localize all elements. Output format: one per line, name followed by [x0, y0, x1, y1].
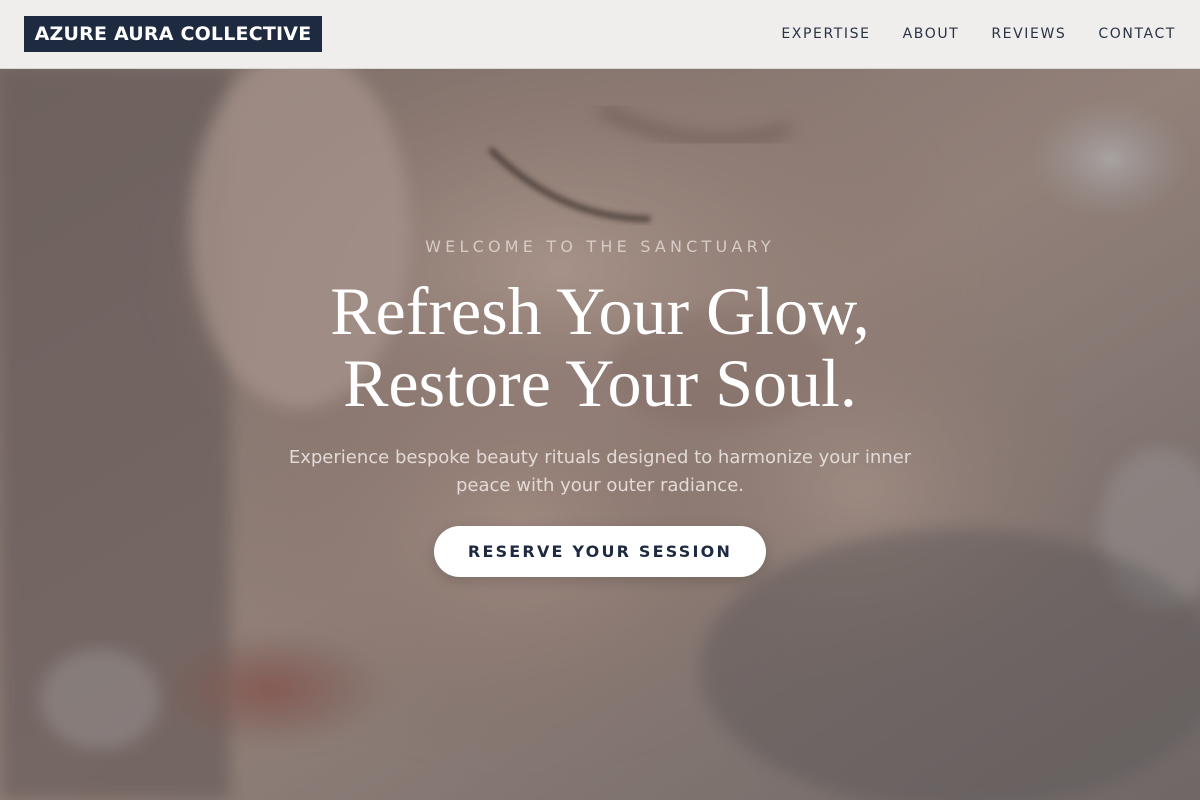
site-header: AZURE AURA COLLECTIVE EXPERTISE ABOUT RE… [0, 0, 1200, 69]
nav-link-contact[interactable]: CONTACT [1098, 26, 1176, 42]
hero-headline-line1: Refresh Your Glow, [330, 273, 870, 349]
hero-section: WELCOME TO THE SANCTUARY Refresh Your Gl… [0, 69, 1200, 800]
nav-link-about[interactable]: ABOUT [903, 26, 960, 42]
hero-headline-line2: Restore Your Soul. [343, 345, 857, 421]
nav-link-expertise[interactable]: EXPERTISE [781, 26, 870, 42]
hero-content: WELCOME TO THE SANCTUARY Refresh Your Gl… [0, 69, 1200, 800]
main-nav: EXPERTISE ABOUT REVIEWS CONTACT [781, 0, 1176, 68]
hero-subline: Experience bespoke beauty rituals design… [288, 447, 912, 496]
reserve-session-button[interactable]: RESERVE YOUR SESSION [434, 526, 766, 577]
nav-link-reviews[interactable]: REVIEWS [991, 26, 1066, 42]
hero-headline: Refresh Your Glow, Restore Your Soul. [0, 275, 1200, 419]
hero-eyebrow: WELCOME TO THE SANCTUARY [425, 237, 775, 256]
brand-logo[interactable]: AZURE AURA COLLECTIVE [24, 16, 322, 52]
